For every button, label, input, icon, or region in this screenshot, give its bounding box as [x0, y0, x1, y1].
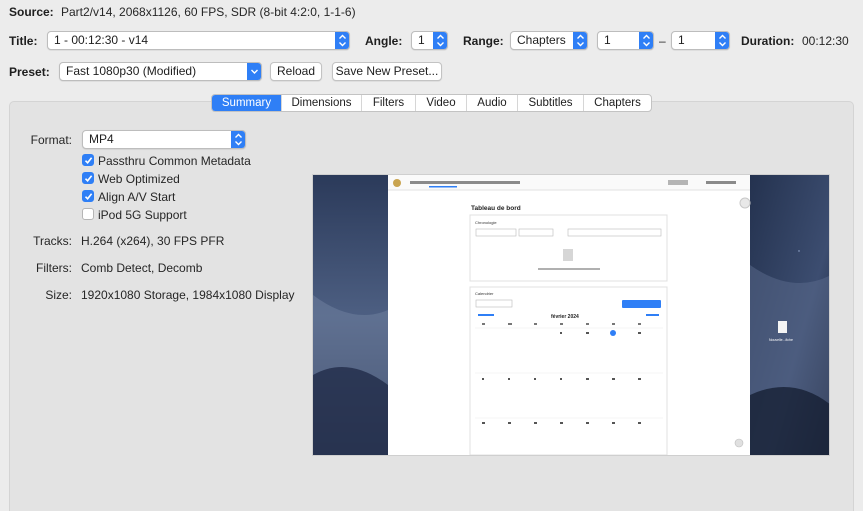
tab-video[interactable]: Video — [416, 95, 467, 111]
tracks-label: Tracks: — [33, 234, 72, 248]
source-info: Part2/v14, 2068x1126, 60 FPS, SDR (8-bit… — [61, 5, 356, 19]
preview-frame: Tableau de bord Chronologie Calendrier f… — [313, 175, 829, 455]
settings-tabs: Summary Dimensions Filters Video Audio S… — [211, 94, 652, 112]
title-label: Title: — [9, 34, 38, 48]
range-end-value: 1 — [678, 33, 685, 47]
passthru-metadata-checkbox[interactable] — [82, 154, 94, 166]
range-end-select[interactable]: 1 — [671, 31, 730, 50]
preset-select[interactable]: Fast 1080p30 (Modified) — [59, 62, 262, 81]
preview-month: février 2024 — [551, 314, 579, 320]
range-separator: – — [659, 34, 666, 48]
preview-image: Tableau de bord Chronologie Calendrier f… — [312, 174, 830, 456]
align-av-start-checkbox[interactable] — [82, 190, 94, 202]
angle-select[interactable]: 1 — [411, 31, 448, 50]
preset-select-value: Fast 1080p30 (Modified) — [66, 64, 197, 78]
checkmark-icon — [84, 193, 93, 200]
range-type-select[interactable]: Chapters — [510, 31, 588, 50]
format-label: Format: — [30, 133, 72, 147]
web-optimized-checkbox[interactable] — [82, 172, 94, 184]
size-value: 1920x1080 Storage, 1984x1080 Display — [81, 288, 295, 302]
align-av-start-label: Align A/V Start — [98, 190, 176, 204]
preview-desktop-file-label: Nouvelle...fiche — [769, 338, 793, 342]
tab-audio[interactable]: Audio — [467, 95, 518, 111]
angle-select-value: 1 — [418, 33, 425, 47]
filters-label: Filters: — [36, 261, 72, 275]
format-select-value: MP4 — [89, 132, 114, 146]
title-select[interactable]: 1 - 00:12:30 - v14 — [47, 31, 350, 50]
range-label: Range: — [463, 34, 504, 48]
web-optimized-label: Web Optimized — [98, 172, 180, 186]
checkmark-icon — [84, 175, 93, 182]
chevron-updown-icon — [639, 32, 653, 49]
preview-page-heading: Tableau de bord — [471, 205, 521, 212]
tab-filters[interactable]: Filters — [362, 95, 416, 111]
passthru-metadata-label: Passthru Common Metadata — [98, 154, 251, 168]
tab-chapters[interactable]: Chapters — [584, 95, 651, 111]
range-start-select[interactable]: 1 — [597, 31, 654, 50]
range-start-value: 1 — [604, 33, 611, 47]
checkmark-icon — [84, 157, 93, 164]
preset-label: Preset: — [9, 65, 50, 79]
duration-value: 00:12:30 — [802, 34, 849, 48]
format-select[interactable]: MP4 — [82, 130, 246, 149]
angle-label: Angle: — [365, 34, 403, 48]
duration-label: Duration: — [741, 34, 795, 48]
size-label: Size: — [45, 288, 72, 302]
range-type-value: Chapters — [517, 33, 566, 47]
preview-section-calendrier: Calendrier — [475, 291, 494, 296]
chevron-updown-icon — [335, 32, 349, 49]
tab-subtitles[interactable]: Subtitles — [518, 95, 584, 111]
tab-summary[interactable]: Summary — [212, 95, 282, 111]
source-label: Source: — [9, 5, 54, 19]
tab-dimensions[interactable]: Dimensions — [282, 95, 362, 111]
preview-section-chronologie: Chronologie — [475, 220, 497, 225]
save-new-preset-button[interactable]: Save New Preset... — [332, 62, 442, 81]
title-select-value: 1 - 00:12:30 - v14 — [54, 33, 149, 47]
filters-value: Comb Detect, Decomb — [81, 261, 203, 275]
chevron-updown-icon — [573, 32, 587, 49]
ipod-5g-support-checkbox[interactable] — [82, 208, 94, 220]
chevron-updown-icon — [231, 131, 245, 148]
chevron-down-icon — [247, 63, 261, 80]
chevron-updown-icon — [715, 32, 729, 49]
tracks-value: H.264 (x264), 30 FPS PFR — [81, 234, 225, 248]
reload-button[interactable]: Reload — [270, 62, 322, 81]
chevron-updown-icon — [433, 32, 447, 49]
ipod-5g-support-label: iPod 5G Support — [98, 208, 187, 222]
